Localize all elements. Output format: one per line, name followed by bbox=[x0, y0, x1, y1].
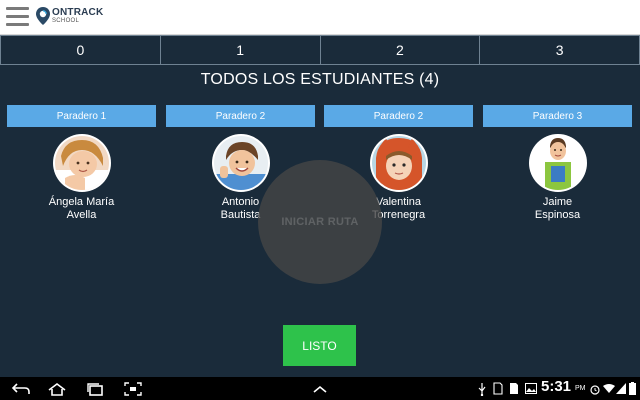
system-navigation-bar: 5:31 PM bbox=[0, 377, 640, 400]
wifi-icon bbox=[603, 380, 615, 397]
student-first-name: Ángela María bbox=[48, 196, 115, 208]
screenshot-icon[interactable] bbox=[122, 380, 144, 397]
battery-icon bbox=[628, 380, 637, 397]
stop-badge[interactable]: Paradero 1 bbox=[7, 105, 156, 127]
student-first-name: Jaime bbox=[542, 196, 573, 208]
back-icon[interactable] bbox=[10, 380, 32, 397]
student-last-name: Espinosa bbox=[534, 209, 581, 221]
status-clock: 5:31 bbox=[541, 378, 572, 395]
brand-on: ON bbox=[52, 7, 68, 18]
start-route-label: INICIAR RUTA bbox=[281, 216, 359, 228]
tab-1[interactable]: 1 bbox=[159, 35, 320, 65]
student-card[interactable]: Paradero 1 Ángela María Avella bbox=[7, 105, 156, 222]
tab-0[interactable]: 0 bbox=[0, 35, 160, 65]
sd-card-icon bbox=[508, 380, 520, 397]
start-route-overlay[interactable]: INICIAR RUTA bbox=[258, 160, 382, 284]
stop-badge[interactable]: Paradero 2 bbox=[324, 105, 473, 127]
avatar[interactable] bbox=[528, 134, 587, 192]
student-last-name: Avella bbox=[66, 209, 97, 221]
alarm-icon bbox=[589, 380, 601, 397]
student-card[interactable]: Paradero 3 Jaime Espinosa bbox=[483, 105, 632, 222]
sd-card-icon bbox=[492, 380, 504, 397]
brand-track: TRACK bbox=[67, 7, 104, 18]
signal-icon bbox=[616, 380, 626, 397]
recent-apps-icon[interactable] bbox=[84, 380, 106, 397]
done-button[interactable]: LISTO bbox=[283, 325, 356, 366]
usb-icon bbox=[476, 380, 488, 397]
stop-tabs: 0 1 2 3 bbox=[0, 35, 640, 65]
student-name: Jaime Espinosa bbox=[483, 196, 632, 222]
brand-sub: SCHOOL bbox=[52, 18, 80, 24]
page-title: TODOS LOS ESTUDIANTES (4) bbox=[200, 71, 440, 88]
location-pin-icon bbox=[36, 7, 50, 25]
stop-badge[interactable]: Paradero 3 bbox=[483, 105, 632, 127]
tab-3[interactable]: 3 bbox=[479, 35, 640, 65]
chevron-up-icon[interactable] bbox=[310, 380, 330, 397]
hamburger-menu-icon[interactable] bbox=[6, 7, 29, 27]
student-name: Ángela María Avella bbox=[7, 196, 156, 222]
image-icon bbox=[524, 380, 537, 397]
avatar[interactable] bbox=[369, 134, 428, 192]
home-icon[interactable] bbox=[46, 380, 68, 397]
avatar[interactable] bbox=[52, 134, 111, 192]
app-screen: ONTRACK SCHOOL 0 1 2 3 TODOS LOS ESTUDIA… bbox=[0, 0, 640, 400]
app-bar: ONTRACK SCHOOL bbox=[0, 0, 640, 35]
avatar[interactable] bbox=[211, 134, 270, 192]
stop-badge[interactable]: Paradero 2 bbox=[166, 105, 315, 127]
tab-2[interactable]: 2 bbox=[319, 35, 480, 65]
status-ampm: PM bbox=[575, 385, 586, 392]
